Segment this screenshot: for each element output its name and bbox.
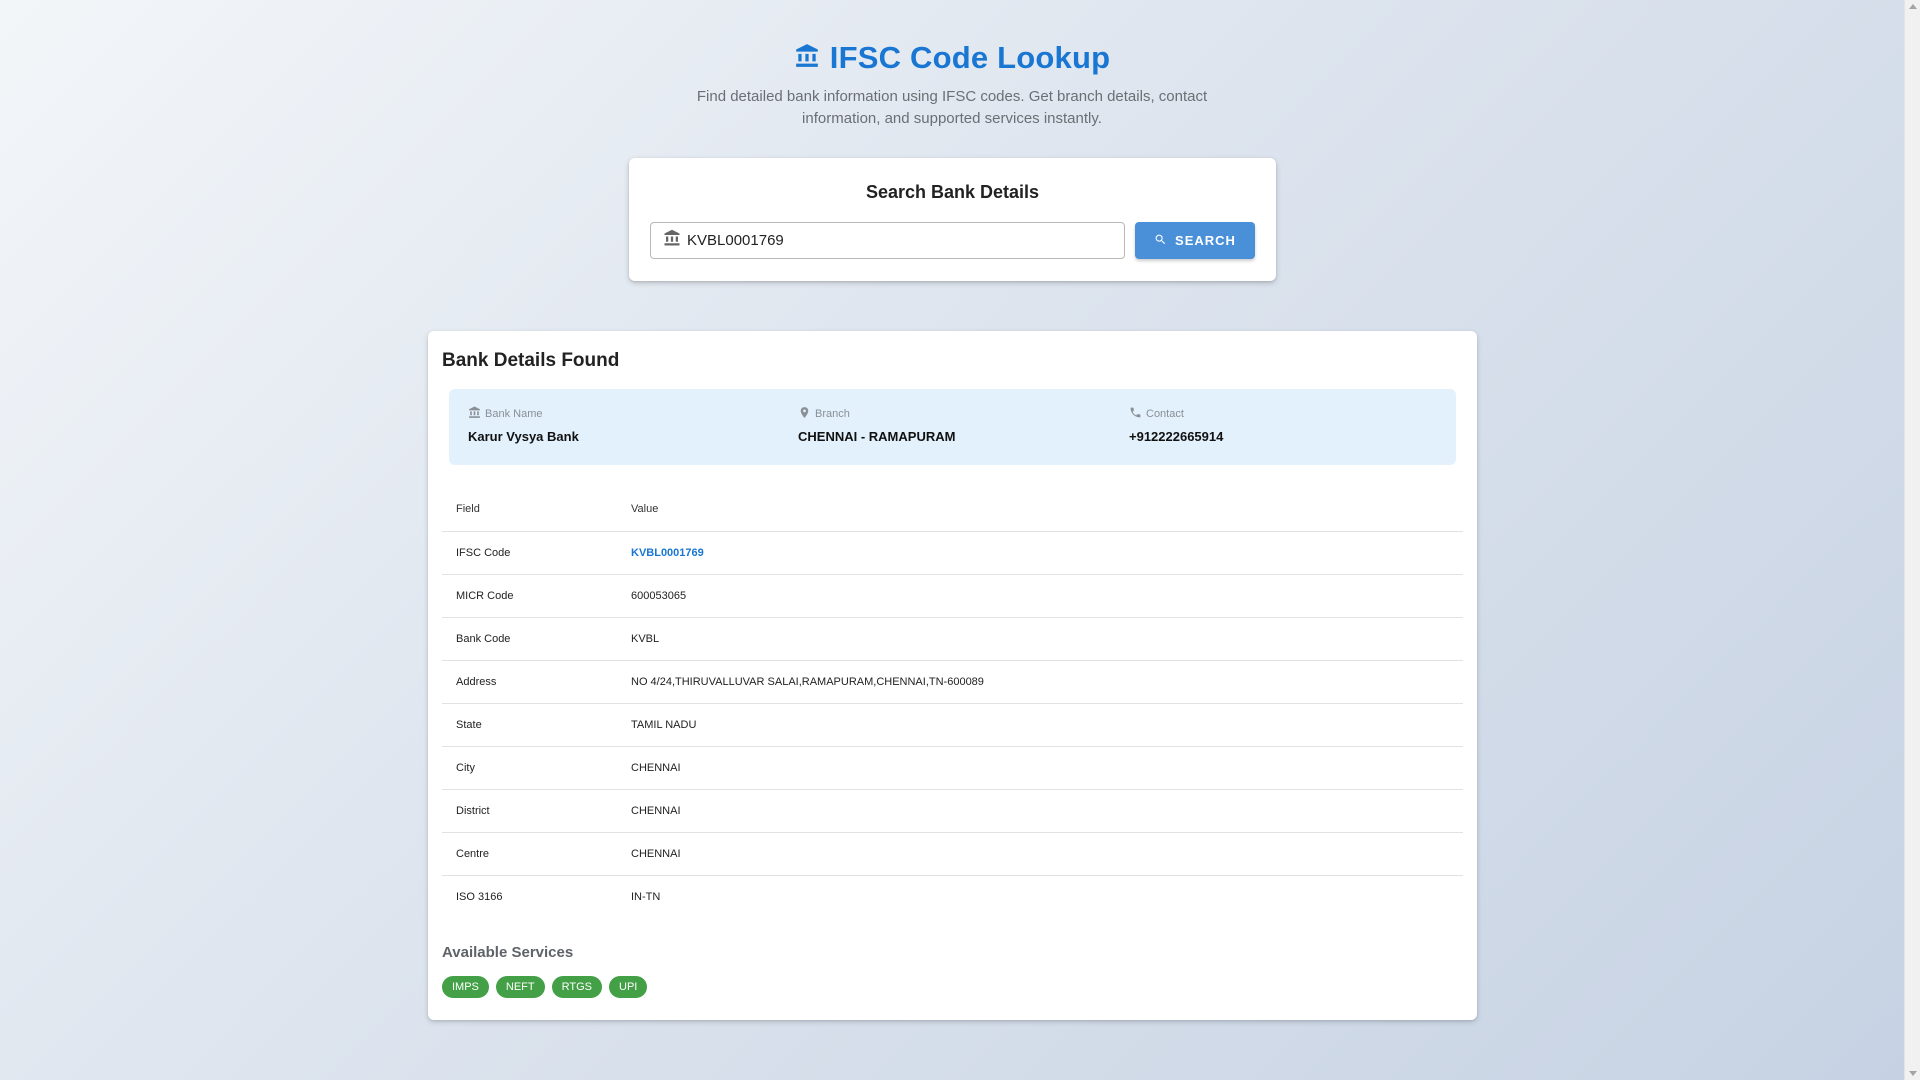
ifsc-search-field[interactable] <box>650 222 1125 259</box>
table-row: Bank Code KVBL <box>442 617 1463 661</box>
results-card: Bank Details Found Bank Name Karur Vysya… <box>428 331 1477 1020</box>
value-cell: CHENNAI <box>631 746 1463 790</box>
value-cell: 600053065 <box>631 574 1463 618</box>
value-cell: KVBL <box>631 617 1463 661</box>
field-cell: District <box>442 789 631 833</box>
table-row: MICR Code 600053065 <box>442 574 1463 618</box>
summary-branch-label-row: Branch <box>798 406 955 422</box>
page-subtitle: Find detailed bank information using IFS… <box>696 88 1208 127</box>
scroll-down-arrow-icon[interactable] <box>1909 1071 1917 1076</box>
field-cell: IFSC Code <box>442 531 631 575</box>
table-row: District CHENNAI <box>442 789 1463 833</box>
search-card: Search Bank Details SEARCH <box>629 158 1276 281</box>
field-cell: City <box>442 746 631 790</box>
field-cell: Centre <box>442 832 631 876</box>
table-header-row: Field Value <box>442 488 1463 532</box>
page-title: IFSC Code Lookup <box>829 40 1111 75</box>
field-cell: Address <box>442 660 631 704</box>
search-card-title: Search Bank Details <box>865 182 1040 202</box>
ifsc-search-input[interactable] <box>687 232 1107 249</box>
value-cell: CHENNAI <box>631 832 1463 876</box>
field-cell: State <box>442 703 631 747</box>
column-header-value: Value <box>631 488 1463 532</box>
service-chip-neft: NEFT <box>495 976 545 998</box>
value-cell: NO 4/24,THIRUVALLUVAR SALAI,RAMAPURAM,CH… <box>631 660 1463 704</box>
table-row: City CHENNAI <box>442 746 1463 790</box>
column-header-field: Field <box>442 488 631 532</box>
vertical-scrollbar[interactable] <box>1904 0 1920 1080</box>
table-row: Centre CHENNAI <box>442 832 1463 876</box>
page: IFSC Code Lookup Find detailed bank info… <box>0 0 1904 1080</box>
summary-value: CHENNAI - RAMAPURAM <box>798 429 956 444</box>
value-cell: CHENNAI <box>631 789 1463 833</box>
results-title: Bank Details Found <box>442 350 620 371</box>
table-row: Address NO 4/24,THIRUVALLUVAR SALAI,RAMA… <box>442 660 1463 704</box>
bank-summary: Bank Name Karur Vysya Bank Branch CHENNA… <box>449 389 1456 465</box>
location-pin-icon <box>798 406 811 422</box>
search-button-label: SEARCH <box>1175 233 1236 248</box>
field-cell: MICR Code <box>442 574 631 618</box>
summary-value: Karur Vysya Bank <box>468 429 579 444</box>
summary-contact-label-row: Contact <box>1129 406 1223 422</box>
bank-icon <box>663 229 681 252</box>
summary-contact: Contact +912222665914 <box>1129 406 1223 444</box>
phone-icon <box>1129 406 1142 422</box>
value-cell: IN-TN <box>631 890 661 903</box>
value-cell: TAMIL NADU <box>631 703 1463 747</box>
table-row: State TAMIL NADU <box>442 703 1463 747</box>
service-chip-upi: UPI <box>609 976 648 998</box>
search-button[interactable]: SEARCH <box>1135 222 1255 259</box>
table-row: ISO 3166 IN-TN <box>442 875 1463 918</box>
bank-icon <box>794 43 820 74</box>
bank-icon <box>468 406 481 422</box>
page-header: IFSC Code Lookup Find detailed bank info… <box>0 40 1904 130</box>
summary-branch: Branch CHENNAI - RAMAPURAM <box>798 406 955 444</box>
summary-label: Branch <box>815 408 850 420</box>
search-icon <box>1154 233 1167 249</box>
summary-label: Bank Name <box>485 408 543 420</box>
service-chip-imps: IMPS <box>442 976 489 998</box>
service-chip-rtgs: RTGS <box>551 976 602 998</box>
summary-value: +912222665914 <box>1129 429 1224 444</box>
table-row: IFSC Code KVBL0001769 <box>442 531 1463 575</box>
field-cell: ISO 3166 <box>456 890 503 903</box>
services-title: Available Services <box>442 944 574 961</box>
scroll-up-arrow-icon[interactable] <box>1909 4 1917 9</box>
summary-label: Contact <box>1146 408 1184 420</box>
summary-bank-name-label-row: Bank Name <box>468 406 579 422</box>
title-row: IFSC Code Lookup <box>0 40 1904 76</box>
summary-bank-name: Bank Name Karur Vysya Bank <box>468 406 579 444</box>
services-chip-list: IMPS NEFT RTGS UPI <box>442 976 648 998</box>
field-cell: Bank Code <box>442 617 631 661</box>
ifsc-code-value: KVBL0001769 <box>631 531 1463 575</box>
bank-details-table: Field Value IFSC Code KVBL0001769 MICR C… <box>442 488 1463 918</box>
